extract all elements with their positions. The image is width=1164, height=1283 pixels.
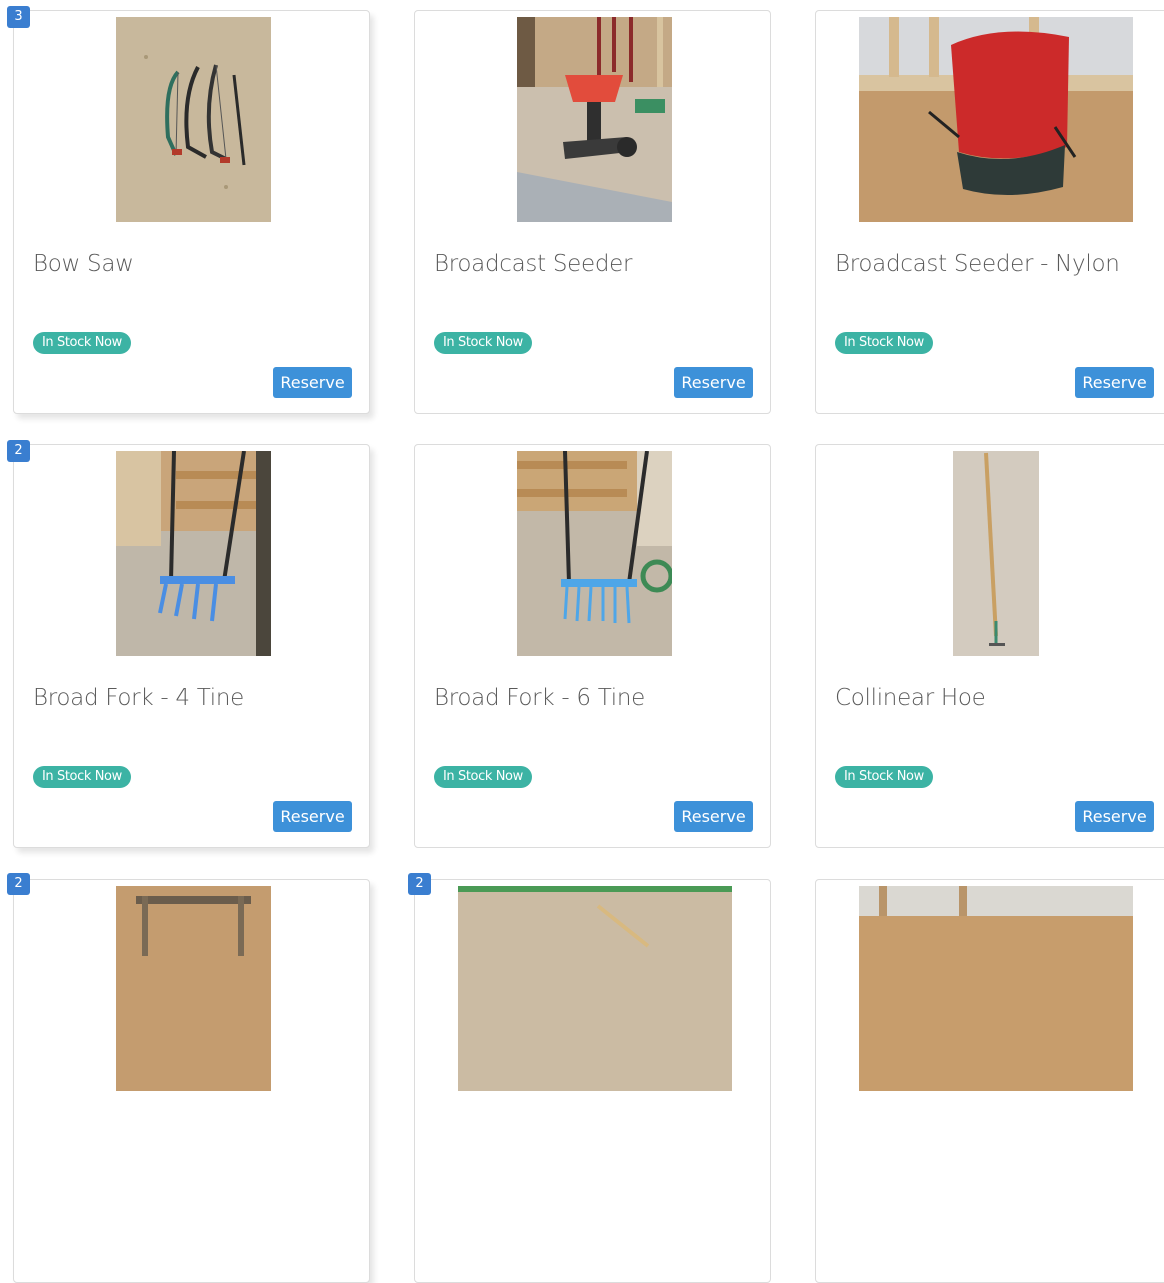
- stock-status-badge: In Stock Now: [33, 766, 131, 788]
- collinear-hoe-photo[interactable]: [953, 451, 1039, 656]
- product-card: Broad Fork - 6 Tine In Stock Now Reserve: [414, 444, 771, 848]
- product-title[interactable]: Broadcast Seeder: [434, 251, 632, 277]
- product-card: Broadcast Seeder - Nylon In Stock Now Re…: [815, 10, 1164, 414]
- stock-status-badge: In Stock Now: [835, 766, 933, 788]
- stock-status-badge: In Stock Now: [434, 766, 532, 788]
- product-title[interactable]: Collinear Hoe: [835, 685, 986, 711]
- reserve-button[interactable]: Reserve: [273, 367, 352, 398]
- quantity-badge: 2: [7, 440, 30, 462]
- product-card: Bow Saw In Stock Now Reserve: [13, 10, 370, 414]
- reserve-button[interactable]: Reserve: [1075, 801, 1154, 832]
- product-photo[interactable]: [859, 886, 1133, 1091]
- reserve-button[interactable]: Reserve: [1075, 367, 1154, 398]
- product-card: [13, 879, 370, 1283]
- quantity-badge: 2: [7, 873, 30, 895]
- product-card: Collinear Hoe In Stock Now Reserve: [815, 444, 1164, 848]
- broadcast-seeder-photo[interactable]: [517, 17, 672, 222]
- product-title[interactable]: Broad Fork - 6 Tine: [434, 685, 645, 711]
- reserve-button[interactable]: Reserve: [674, 801, 753, 832]
- bow-saw-photo[interactable]: [116, 17, 271, 222]
- product-title[interactable]: Broadcast Seeder - Nylon: [835, 251, 1120, 277]
- reserve-button[interactable]: Reserve: [674, 367, 753, 398]
- product-title[interactable]: Bow Saw: [33, 251, 134, 277]
- nylon-seeder-photo[interactable]: [859, 17, 1133, 222]
- product-photo[interactable]: [116, 886, 271, 1091]
- stock-status-badge: In Stock Now: [835, 332, 933, 354]
- product-card: Broad Fork - 4 Tine In Stock Now Reserve: [13, 444, 370, 848]
- stock-status-badge: In Stock Now: [434, 332, 532, 354]
- product-card: [815, 879, 1164, 1283]
- reserve-button[interactable]: Reserve: [273, 801, 352, 832]
- broad-fork-6-tine-photo[interactable]: [517, 451, 672, 656]
- quantity-badge: 3: [7, 6, 30, 28]
- quantity-badge: 2: [408, 873, 431, 895]
- product-grid: Bow Saw In Stock Now Reserve Broadcast S: [0, 0, 1164, 1283]
- product-photo[interactable]: [458, 886, 732, 1091]
- stock-status-badge: In Stock Now: [33, 332, 131, 354]
- product-card: Broadcast Seeder In Stock Now Reserve: [414, 10, 771, 414]
- product-card: [414, 879, 771, 1283]
- product-title[interactable]: Broad Fork - 4 Tine: [33, 685, 244, 711]
- broad-fork-4-tine-photo[interactable]: [116, 451, 271, 656]
